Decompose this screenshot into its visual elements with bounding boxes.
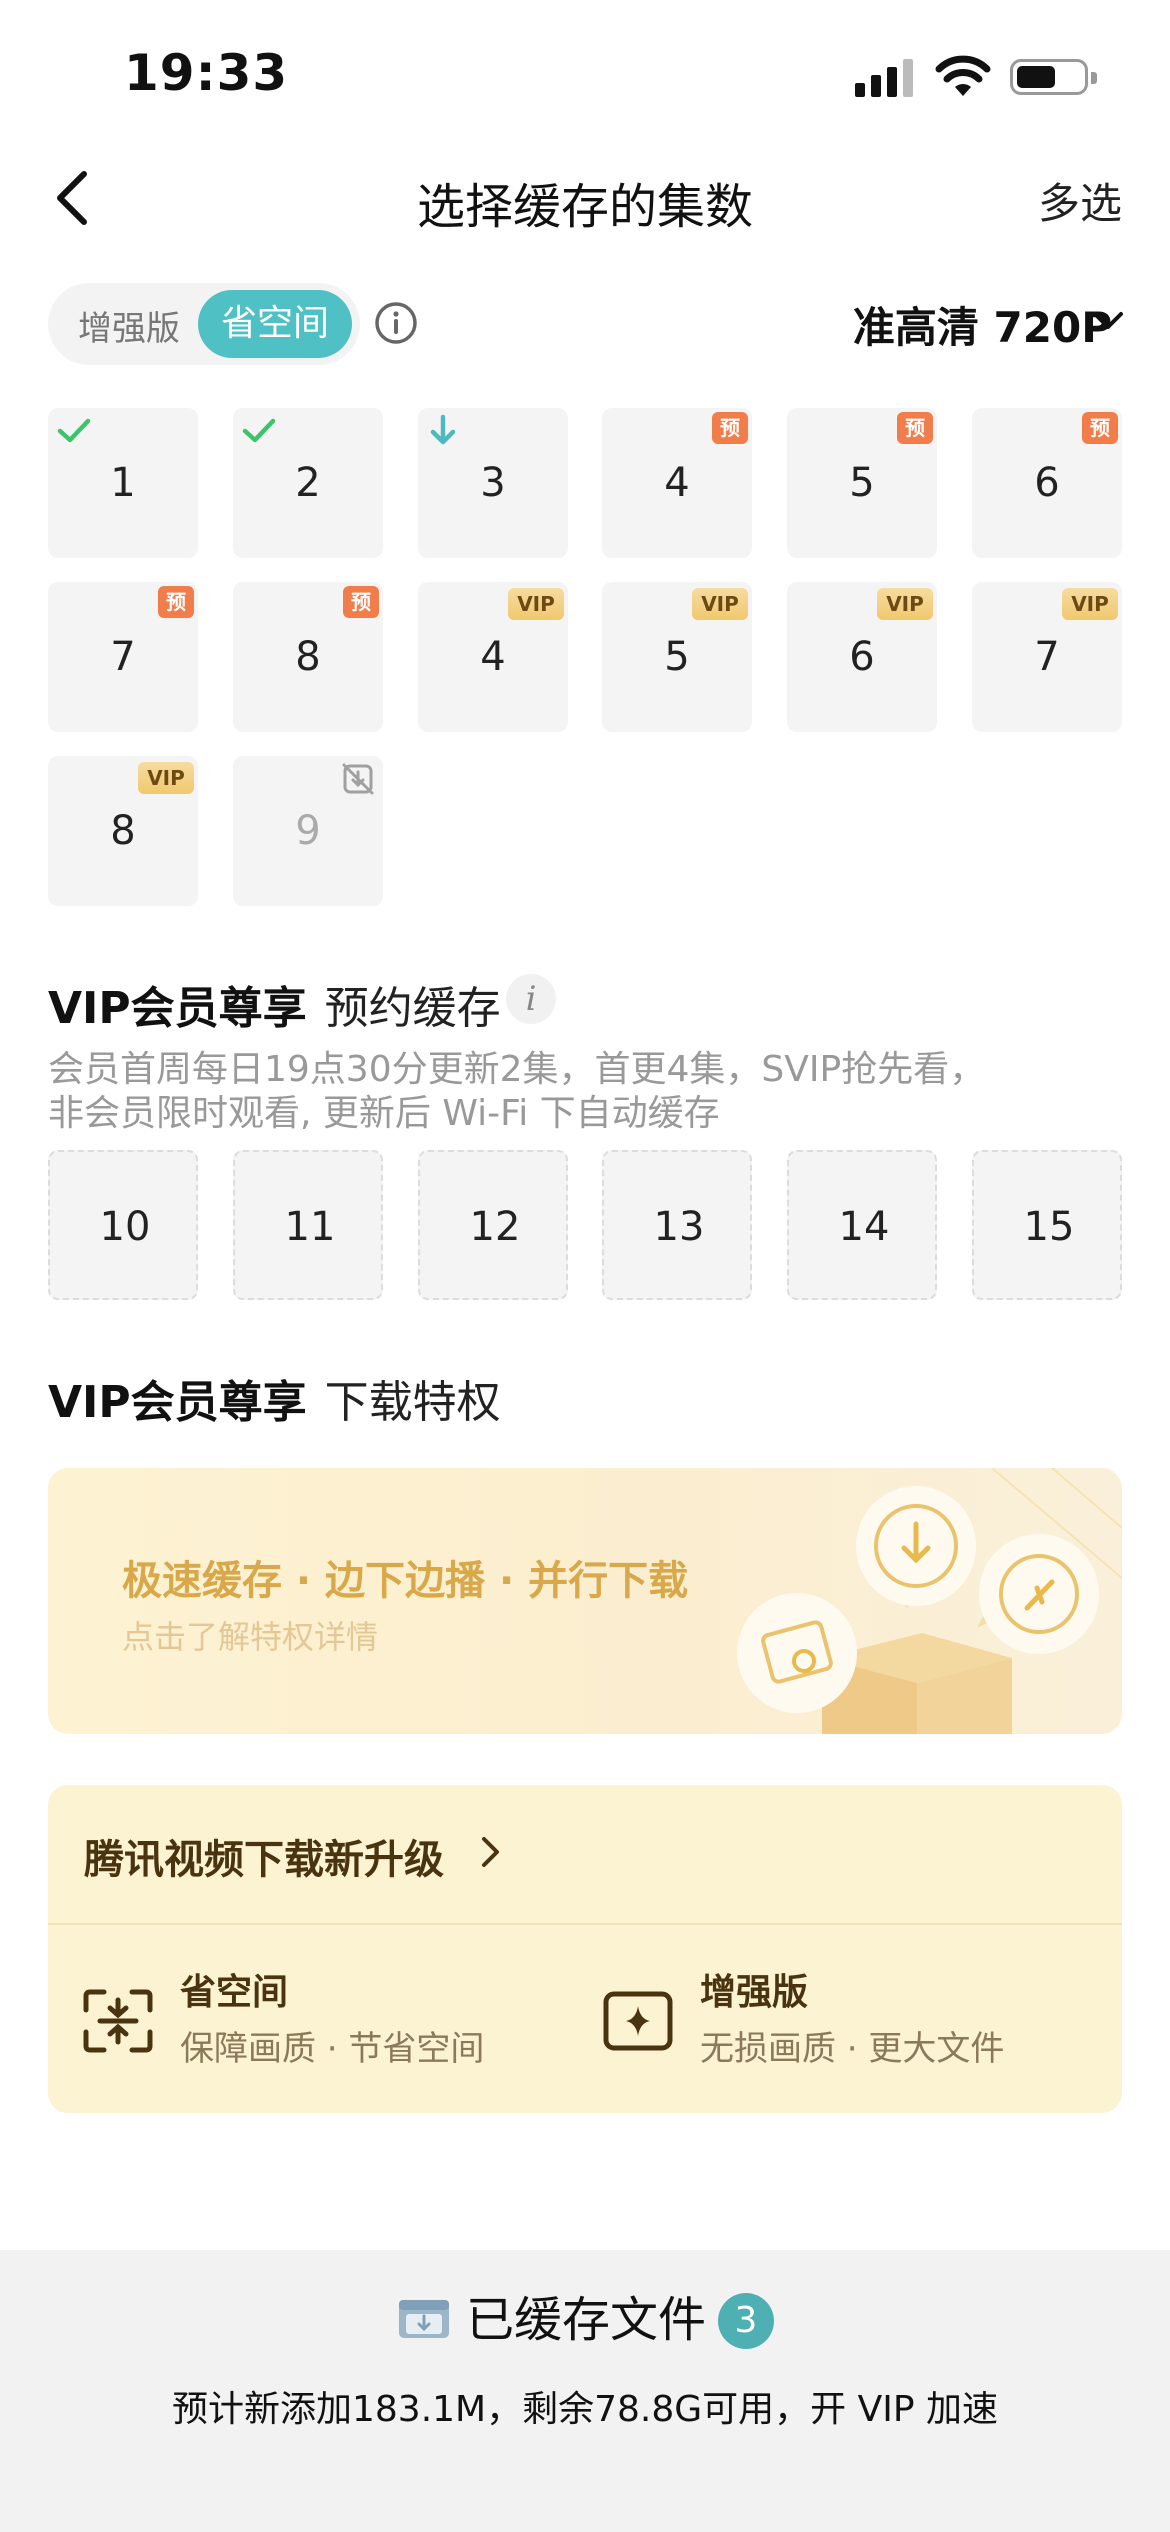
cached-files-bar[interactable]: 已缓存文件 3 预计新添加183.1M，剩余78.8G可用，开 VIP 加速 [0,2250,1170,2532]
episode-number: 8 [295,634,321,680]
download-upgrade-card[interactable]: 腾讯视频下载新升级 省空间 保障画质 · 节省空间 增强版 无损画质 · 更大文… [48,1785,1122,2113]
reserve-title: VIP会员尊享 [48,983,307,1034]
cached-files-label: 已缓存文件 [465,2292,706,2348]
episode-number: 15 [1023,1204,1075,1250]
cached-count-badge: 3 [718,2293,774,2349]
preview-badge: 预 [712,412,748,444]
divider [48,1923,1122,1925]
privilege-section-title: VIP会员尊享 下载特权 [48,1366,501,1430]
episode-cell[interactable]: VIP 6 [787,582,937,732]
battery-icon [1010,59,1097,95]
vip-badge: VIP [508,588,564,620]
vip-badge: VIP [692,588,748,620]
episode-number: 5 [849,460,875,506]
episode-cell[interactable]: VIP 7 [972,582,1122,732]
episode-cell[interactable]: 预 8 [233,582,383,732]
reserve-episode-cell[interactable]: 12 [418,1150,568,1300]
info-icon[interactable] [374,301,418,345]
chevron-down-icon[interactable] [1092,310,1124,332]
episode-number: 8 [110,808,136,854]
preview-badge: 预 [1082,412,1118,444]
feature-enhanced-desc: 无损画质 · 更大文件 [700,2029,1005,2069]
reserve-subtitle: 预约缓存 [324,983,501,1034]
cellular-signal-icon [855,57,915,97]
episode-number: 7 [1034,634,1060,680]
episode-number: 4 [664,460,690,506]
promo-title: 极速缓存 · 边下边播 · 并行下载 [122,1558,689,1604]
vip-badge: VIP [1062,588,1118,620]
preview-badge: 预 [158,586,194,618]
episode-cell[interactable]: 预 7 [48,582,198,732]
archive-box-icon [398,2300,449,2338]
feature-enhanced-name: 增强版 [700,1972,809,2013]
privilege-title: VIP会员尊享 [48,1377,307,1428]
feature-save-space-name: 省空间 [180,1972,289,2013]
episode-number: 3 [480,460,506,506]
preview-badge: 预 [897,412,933,444]
reserve-episode-cell[interactable]: 11 [233,1150,383,1300]
compress-icon [83,1989,153,2053]
status-time: 19:33 [124,44,289,102]
vip-privilege-banner[interactable]: 极速缓存 · 边下边播 · 并行下载 点击了解特权详情 [48,1468,1122,1734]
enhance-icon [603,1991,673,2051]
episode-number: 7 [110,634,136,680]
episode-number: 14 [838,1204,890,1250]
quality-mode-toggle[interactable]: 增强版 省空间 [48,283,360,365]
episode-number: 5 [664,634,690,680]
episode-cell-disabled[interactable]: 9 [233,756,383,906]
feature-save-space-desc: 保障画质 · 节省空间 [180,2029,485,2069]
episode-number: 6 [1034,460,1060,506]
vip-badge: VIP [138,762,194,794]
promo-illustration-icon [737,1468,1122,1734]
episode-number: 11 [284,1204,336,1250]
reserve-episode-cell[interactable]: 13 [602,1150,752,1300]
episode-cell[interactable]: 1 [48,408,198,558]
chevron-right-icon[interactable] [480,1835,502,1869]
reserve-episode-cell[interactable]: 15 [972,1150,1122,1300]
reserve-info-icon[interactable]: i [506,974,556,1024]
episode-cell[interactable]: VIP 8 [48,756,198,906]
reserve-desc-line: 会员首周每日19点30分更新2集，首更4集，SVIP抢先看， [48,1049,986,1090]
mode-enhanced-option[interactable]: 增强版 [78,301,180,350]
promo-subtitle: 点击了解特权详情 [122,1618,379,1656]
downloaded-check-icon [242,418,276,443]
page-title: 选择缓存的集数 [416,179,753,235]
cached-files-button[interactable]: 已缓存文件 3 [0,2280,1170,2350]
reserve-episode-cell[interactable]: 10 [48,1150,198,1300]
episode-cell[interactable]: 预 4 [602,408,752,558]
episode-number: 6 [849,634,875,680]
privilege-subtitle: 下载特权 [324,1377,501,1428]
status-bar: 19:33 [0,0,1170,140]
reserve-desc-line: 非会员限时观看, 更新后 Wi-Fi 下自动缓存 [48,1093,720,1134]
upgrade-heading[interactable]: 腾讯视频下载新升级 [84,1827,444,1885]
wifi-icon [935,55,991,96]
episode-cell[interactable]: 预 5 [787,408,937,558]
mode-save-space-option[interactable]: 省空间 [198,290,352,358]
multi-select-button[interactable]: 多选 [1038,170,1122,231]
episode-cell[interactable]: VIP 4 [418,582,568,732]
storage-note: 预计新添加183.1M，剩余78.8G可用，开 VIP 加速 [171,2389,998,2430]
downloaded-check-icon [57,418,91,443]
reserve-description: 会员首周每日19点30分更新2集，首更4集，SVIP抢先看， 非会员限时观看, … [48,1048,1128,1136]
episode-number: 9 [295,808,321,854]
episode-number: 1 [110,460,136,506]
reserve-episode-cell[interactable]: 14 [787,1150,937,1300]
episode-cell[interactable]: 2 [233,408,383,558]
no-download-icon [342,763,374,795]
episode-number: 2 [295,460,321,506]
episode-cell[interactable]: VIP 5 [602,582,752,732]
episode-number: 12 [469,1204,521,1250]
episode-number: 4 [480,634,506,680]
reserve-section-title: VIP会员尊享 预约缓存 [48,972,501,1036]
downloading-arrow-icon [430,414,456,445]
episode-cell[interactable]: 预 6 [972,408,1122,558]
episode-number: 10 [99,1204,151,1250]
preview-badge: 预 [343,586,379,618]
episode-cell[interactable]: 3 [418,408,568,558]
resolution-selector[interactable]: 准高清 720P [853,294,1112,355]
episode-number: 13 [653,1204,705,1250]
vip-badge: VIP [877,588,933,620]
